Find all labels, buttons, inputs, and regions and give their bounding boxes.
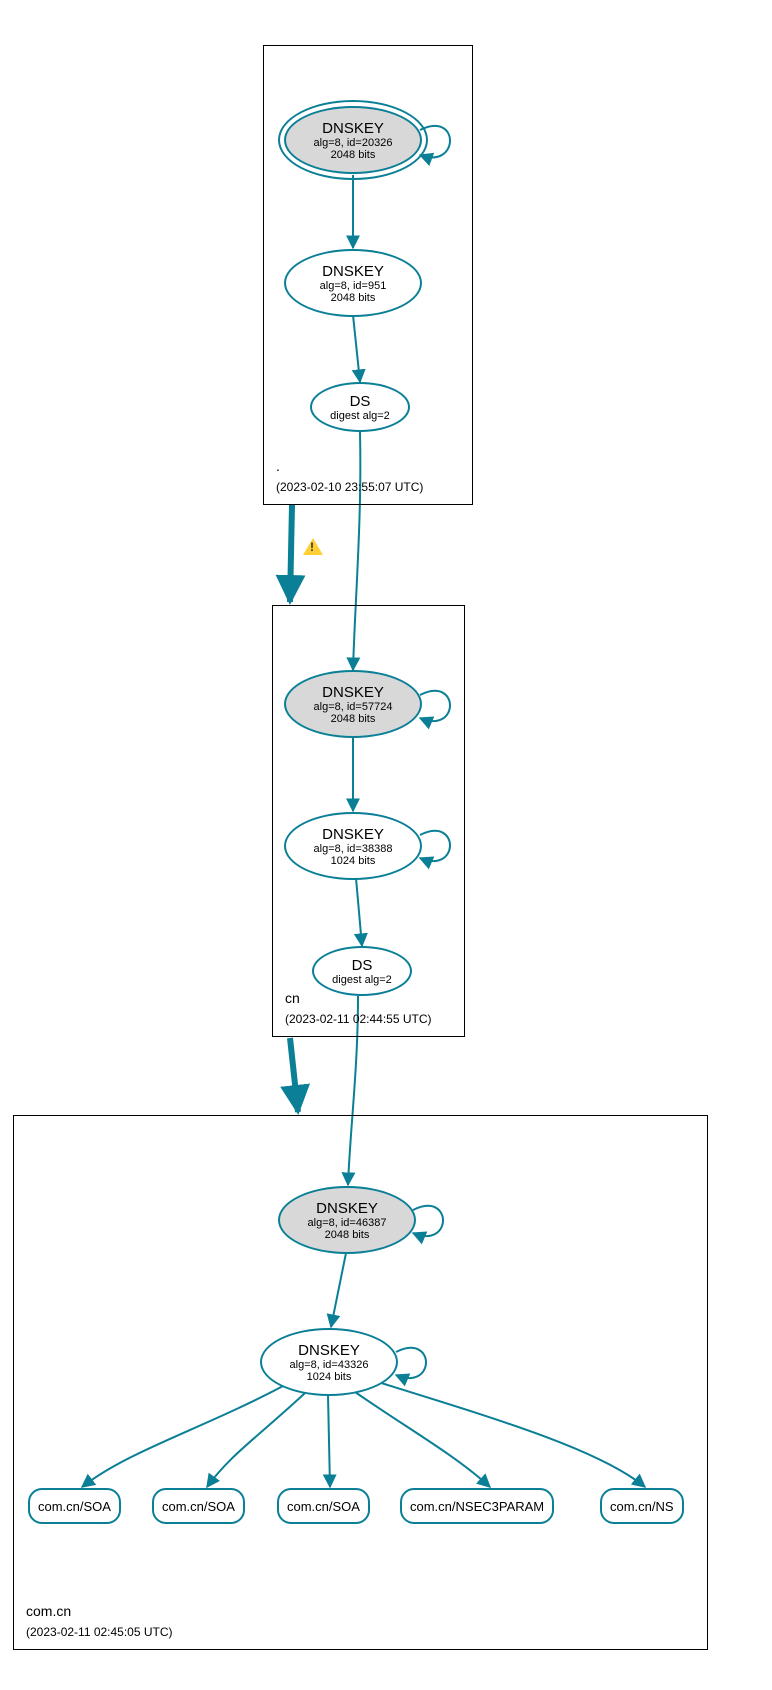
- zone-root-name: .: [276, 458, 280, 474]
- node-title: DNSKEY: [298, 1342, 360, 1359]
- node-cn-zsk[interactable]: DNSKEY alg=8, id=38388 1024 bits: [284, 812, 422, 880]
- node-sub1: alg=8, id=20326: [314, 137, 393, 149]
- node-cn-ds[interactable]: DS digest alg=2: [312, 946, 412, 996]
- node-title: DNSKEY: [322, 684, 384, 701]
- dnssec-graph: . (2023-02-10 23:55:07 UTC) DNSKEY alg=8…: [0, 0, 772, 1690]
- node-root-zsk[interactable]: DNSKEY alg=8, id=951 2048 bits: [284, 249, 422, 317]
- node-title: DNSKEY: [316, 1200, 378, 1217]
- node-comcn-zsk[interactable]: DNSKEY alg=8, id=43326 1024 bits: [260, 1328, 398, 1396]
- leaf-label: com.cn/SOA: [162, 1499, 235, 1514]
- node-title: DNSKEY: [322, 263, 384, 280]
- node-sub2: 2048 bits: [331, 713, 376, 725]
- node-sub1: alg=8, id=46387: [308, 1217, 387, 1229]
- node-title: DS: [350, 393, 371, 410]
- warning-icon: [303, 538, 323, 555]
- node-sub2: 1024 bits: [331, 855, 376, 867]
- zone-cn-name: cn: [285, 990, 300, 1006]
- node-cn-ksk[interactable]: DNSKEY alg=8, id=57724 2048 bits: [284, 670, 422, 738]
- leaf-label: com.cn/SOA: [38, 1499, 111, 1514]
- node-sub1: digest alg=2: [330, 410, 390, 422]
- zone-comcn-timestamp: (2023-02-11 02:45:05 UTC): [26, 1625, 173, 1639]
- zone-root-timestamp: (2023-02-10 23:55:07 UTC): [276, 480, 423, 494]
- zone-cn-timestamp: (2023-02-11 02:44:55 UTC): [285, 1012, 432, 1026]
- node-comcn-ksk[interactable]: DNSKEY alg=8, id=46387 2048 bits: [278, 1186, 416, 1254]
- node-sub2: 2048 bits: [331, 149, 376, 161]
- node-sub1: alg=8, id=43326: [290, 1359, 369, 1371]
- node-sub1: digest alg=2: [332, 974, 392, 986]
- zone-comcn-name: com.cn: [26, 1603, 71, 1619]
- node-root-ksk[interactable]: DNSKEY alg=8, id=20326 2048 bits: [284, 106, 422, 174]
- leaf-label: com.cn/NS: [610, 1499, 674, 1514]
- leaf-label: com.cn/NSEC3PARAM: [410, 1499, 544, 1514]
- node-sub1: alg=8, id=57724: [314, 701, 393, 713]
- leaf-soa-2[interactable]: com.cn/SOA: [152, 1488, 245, 1524]
- leaf-label: com.cn/SOA: [287, 1499, 360, 1514]
- node-root-ds[interactable]: DS digest alg=2: [310, 382, 410, 432]
- node-sub1: alg=8, id=951: [320, 280, 387, 292]
- leaf-nsec3param[interactable]: com.cn/NSEC3PARAM: [400, 1488, 554, 1524]
- node-sub2: 2048 bits: [331, 292, 376, 304]
- leaf-ns[interactable]: com.cn/NS: [600, 1488, 684, 1524]
- node-sub2: 1024 bits: [307, 1371, 352, 1383]
- leaf-soa-3[interactable]: com.cn/SOA: [277, 1488, 370, 1524]
- node-title: DS: [352, 957, 373, 974]
- node-title: DNSKEY: [322, 826, 384, 843]
- node-title: DNSKEY: [322, 120, 384, 137]
- node-sub2: 2048 bits: [325, 1229, 370, 1241]
- node-sub1: alg=8, id=38388: [314, 843, 393, 855]
- leaf-soa-1[interactable]: com.cn/SOA: [28, 1488, 121, 1524]
